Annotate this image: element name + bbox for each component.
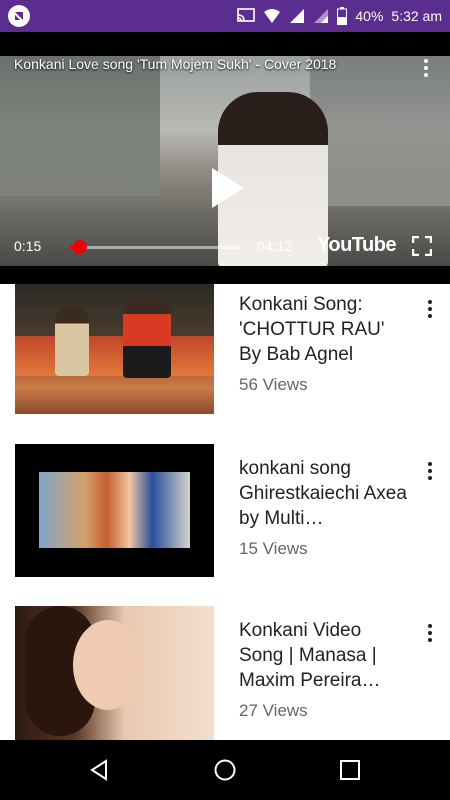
duration: 04:12 [257,238,293,254]
item-more-icon[interactable] [424,460,436,482]
list-item[interactable]: konkani song Ghirestkaiechi Axea by Mult… [0,444,450,594]
video-thumbnail[interactable] [15,606,214,740]
seek-handle[interactable] [73,240,88,254]
wifi-icon [263,8,281,24]
video-thumbnail[interactable] [15,444,214,577]
video-background-building [0,56,160,196]
video-item-title[interactable]: konkani song Ghirestkaiechi Axea by Mult… [239,456,409,531]
video-thumbnail[interactable] [15,284,214,414]
thumb-picture [39,472,190,548]
fullscreen-icon[interactable] [411,235,433,257]
list-item[interactable]: Konkani Song: 'CHOTTUR RAU' By Bab Agnel… [0,284,450,434]
video-info: konkani song Ghirestkaiechi Axea by Mult… [239,456,409,559]
signal-icon-2 [313,8,329,24]
home-icon[interactable] [211,756,239,784]
video-views: 27 Views [239,701,308,720]
thumb-face [73,620,143,710]
signal-icon [289,8,305,24]
back-icon[interactable] [86,756,114,784]
video-item-title[interactable]: Konkani Video Song | Manasa | Maxim Pere… [239,618,409,693]
player-top-band [0,32,450,56]
thumb-person-2 [123,298,171,378]
thumb-person-1 [55,306,89,376]
list-item[interactable]: Konkani Video Song | Manasa | Maxim Pere… [0,606,450,740]
status-bar: 40% 5:32 am [0,0,450,32]
navigation-bar [0,740,450,800]
app-icon [8,5,30,27]
video-list: Konkani Song: 'CHOTTUR RAU' By Bab Agnel… [0,284,450,740]
video-views: 15 Views [239,539,308,558]
video-views: 56 Views [239,375,308,394]
play-icon[interactable] [212,168,244,208]
video-info: Konkani Video Song | Manasa | Maxim Pere… [239,618,409,721]
item-more-icon[interactable] [424,298,436,320]
clock: 5:32 am [391,8,442,24]
video-title: Konkani Love song 'Tum Mojem Sukh' - Cov… [14,56,337,72]
battery-percent: 40% [355,8,384,24]
battery-icon [337,7,348,25]
more-icon[interactable] [416,56,436,80]
item-more-icon[interactable] [424,622,436,644]
seek-bar[interactable] [70,240,240,254]
current-time: 0:15 [14,238,42,254]
player-bottom-band [0,266,450,284]
player-controls: 0:15 04:12 YouTube [0,226,450,266]
youtube-logo[interactable]: YouTube [317,234,397,257]
cast-icon [237,8,256,24]
thumb-sofa [15,336,214,376]
recents-icon[interactable] [336,756,364,784]
video-item-title[interactable]: Konkani Song: 'CHOTTUR RAU' By Bab Agnel [239,292,409,367]
video-player[interactable]: Konkani Love song 'Tum Mojem Sukh' - Cov… [0,32,450,284]
video-info: Konkani Song: 'CHOTTUR RAU' By Bab Agnel… [239,292,409,395]
